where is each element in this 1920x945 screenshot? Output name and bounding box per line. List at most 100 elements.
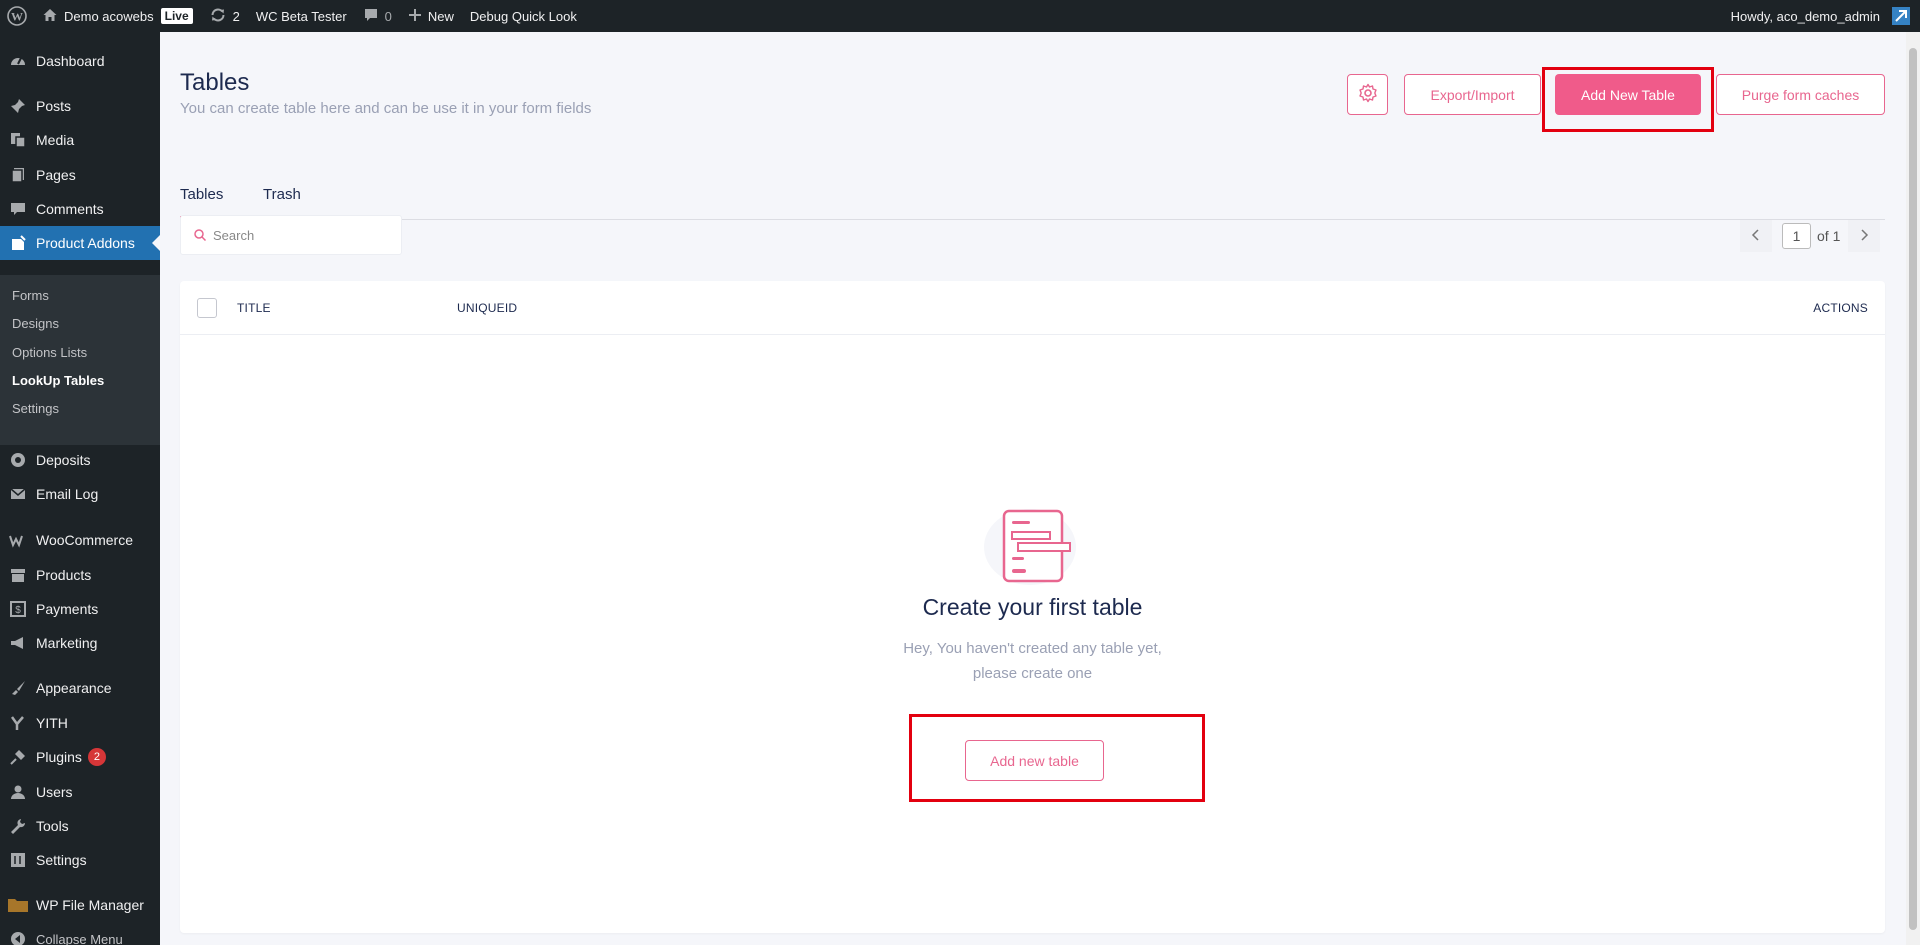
- menu-label: Email Log: [36, 486, 99, 502]
- settings-button[interactable]: [1347, 74, 1388, 115]
- tables-table: TITLE UNIQUEID ACTIONS Create your first…: [180, 281, 1885, 933]
- menu-item-woocommerce[interactable]: WooCommerce: [0, 523, 160, 557]
- column-actions: ACTIONS: [1813, 301, 1868, 315]
- page-title: Tables: [180, 69, 250, 96]
- empty-state-line-1: Hey, You haven't created any table yet,: [903, 640, 1162, 657]
- next-page-button[interactable]: [1848, 220, 1881, 252]
- collapse-icon: [0, 931, 36, 945]
- user-icon: [0, 783, 36, 801]
- menu-label: Users: [36, 784, 73, 800]
- debug-quick-look-link[interactable]: Debug Quick Look: [462, 0, 585, 32]
- pagination: 1 of 1: [1740, 220, 1881, 252]
- chevron-left-icon: [1751, 228, 1761, 244]
- deposits-icon: [0, 451, 36, 469]
- settings-icon: [0, 851, 36, 869]
- tab-tables[interactable]: Tables: [180, 186, 224, 218]
- menu-label: Collapse Menu: [36, 931, 123, 945]
- menu-item-tools[interactable]: Tools: [0, 809, 160, 843]
- menu-item-yith[interactable]: YITH: [0, 706, 160, 740]
- brush-icon: [0, 679, 36, 697]
- menu-item-posts[interactable]: Posts: [0, 89, 160, 123]
- menu-label: Settings: [36, 852, 87, 868]
- updates-link[interactable]: 2: [201, 0, 248, 32]
- search-box: [180, 215, 402, 255]
- menu-item-deposits[interactable]: Deposits: [0, 443, 160, 477]
- page-description: You can create table here and can be use…: [180, 100, 592, 117]
- menu-item-marketing[interactable]: Marketing: [0, 626, 160, 660]
- submenu-lookup-tables[interactable]: LookUp Tables: [12, 373, 104, 388]
- menu-item-wp-file-manager[interactable]: WP File Manager: [0, 888, 160, 922]
- tab-trash[interactable]: Trash: [263, 186, 301, 203]
- product-addons-icon: [0, 234, 36, 252]
- yith-icon: [0, 714, 36, 732]
- menu-item-settings[interactable]: Settings: [0, 843, 160, 877]
- add-new-table-empty-button[interactable]: Add new table: [965, 740, 1104, 781]
- avatar[interactable]: [1892, 7, 1910, 25]
- page-count: of 1: [1817, 228, 1841, 244]
- column-title[interactable]: TITLE: [237, 301, 271, 315]
- menu-label: Tools: [36, 818, 69, 834]
- svg-text:W: W: [11, 10, 23, 24]
- export-import-button[interactable]: Export/Import: [1404, 74, 1541, 115]
- purge-form-caches-button[interactable]: Purge form caches: [1716, 74, 1885, 115]
- menu-item-comments[interactable]: Comments: [0, 192, 160, 226]
- updates-icon: [209, 6, 227, 27]
- submenu-designs[interactable]: Designs: [12, 316, 59, 331]
- email-icon: [0, 485, 36, 503]
- submenu-options-lists[interactable]: Options Lists: [12, 345, 87, 360]
- add-new-table-button[interactable]: Add New Table: [1555, 74, 1701, 115]
- megaphone-icon: [0, 634, 36, 652]
- menu-item-appearance[interactable]: Appearance: [0, 671, 160, 705]
- submenu-settings[interactable]: Settings: [12, 401, 59, 416]
- menu-label: Appearance: [36, 680, 112, 696]
- comments-link[interactable]: 0: [355, 0, 400, 32]
- menu-label: Product Addons: [36, 235, 135, 251]
- submenu-forms[interactable]: Forms: [12, 288, 49, 303]
- menu-item-product-addons[interactable]: Product Addons: [0, 226, 160, 260]
- product-addons-submenu: Forms Designs Options Lists LookUp Table…: [0, 275, 160, 445]
- howdy-account-link[interactable]: Howdy, aco_demo_admin: [1723, 0, 1888, 32]
- page-scrollbar[interactable]: [1906, 32, 1920, 945]
- menu-item-plugins[interactable]: Plugins 2: [0, 740, 160, 774]
- comment-icon: [0, 200, 36, 218]
- site-name-link[interactable]: Demo acowebs Live: [34, 0, 201, 32]
- new-content-link[interactable]: New: [400, 0, 462, 32]
- menu-item-media[interactable]: Media: [0, 123, 160, 157]
- comment-icon: [363, 7, 379, 26]
- menu-item-products[interactable]: Products: [0, 558, 160, 592]
- pages-icon: [0, 166, 36, 184]
- empty-state-line-2: please create one: [972, 665, 1093, 682]
- menu-label: Media: [36, 132, 75, 148]
- select-all-checkbox[interactable]: [197, 298, 217, 318]
- column-uniqueid[interactable]: UNIQUEID: [457, 301, 517, 315]
- previous-page-button[interactable]: [1740, 220, 1772, 252]
- wrench-icon: [0, 817, 36, 835]
- svg-text:$: $: [15, 605, 21, 616]
- search-icon: [193, 228, 207, 242]
- main-content: Tables You can create table here and can…: [160, 32, 1905, 945]
- search-input[interactable]: [213, 227, 383, 243]
- admin-sidebar: Dashboard Posts Media Pages Comments Pro…: [0, 32, 160, 945]
- wc-beta-tester-link[interactable]: WC Beta Tester: [248, 0, 355, 32]
- scrollbar-thumb[interactable]: [1909, 48, 1917, 930]
- menu-label: Marketing: [36, 635, 98, 651]
- menu-item-payments[interactable]: $ Payments: [0, 592, 160, 626]
- menu-item-dashboard[interactable]: Dashboard: [0, 44, 160, 78]
- menu-item-pages[interactable]: Pages: [0, 158, 160, 192]
- collapse-menu-button[interactable]: Collapse Menu: [0, 922, 160, 945]
- menu-label: Payments: [36, 601, 99, 617]
- pushpin-icon: [0, 97, 36, 115]
- wc-beta-tester-label: WC Beta Tester: [255, 8, 347, 24]
- menu-label: Posts: [36, 98, 72, 114]
- menu-item-users[interactable]: Users: [0, 775, 160, 809]
- plugins-update-badge: 2: [87, 748, 106, 766]
- menu-label: Deposits: [36, 452, 91, 468]
- empty-state-title: Create your first table: [922, 594, 1143, 620]
- menu-item-email-log[interactable]: Email Log: [0, 477, 160, 511]
- gear-icon: [1358, 83, 1378, 106]
- wordpress-logo-icon[interactable]: W: [0, 0, 34, 32]
- menu-label: WP File Manager: [36, 897, 144, 913]
- home-icon: [42, 7, 58, 26]
- admin-bar: W Demo acowebs Live 2 WC Beta Tester 0 N…: [0, 0, 1920, 32]
- page-number-input[interactable]: 1: [1782, 223, 1811, 249]
